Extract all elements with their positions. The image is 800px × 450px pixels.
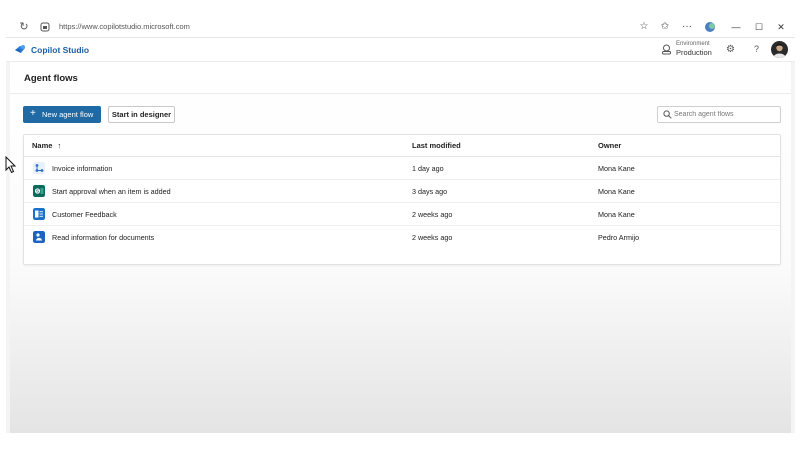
column-name-label: Name <box>32 141 53 150</box>
column-header-last-modified[interactable]: Last modified <box>412 141 461 151</box>
flow-name[interactable]: Start approval when an item is added <box>52 187 171 197</box>
flow-name[interactable]: Customer Feedback <box>52 210 117 220</box>
new-agent-flow-label: New agent flow <box>42 110 94 119</box>
favorite-add-icon[interactable]: ☆ <box>637 20 651 34</box>
search-icon <box>663 110 672 119</box>
sort-ascending-icon: ↑ <box>57 141 62 150</box>
search-input[interactable] <box>674 108 778 121</box>
table-row[interactable]: S Start approval when an item is added 3… <box>24 180 780 203</box>
table-row[interactable]: Customer Feedback 2 weeks ago Mona Kane <box>24 203 780 226</box>
forms-icon <box>33 208 45 220</box>
mouse-cursor-icon <box>5 156 17 174</box>
title-divider <box>10 93 791 94</box>
copilot-browser-icon[interactable] <box>703 20 717 34</box>
svg-text:S: S <box>36 189 39 194</box>
column-header-owner[interactable]: Owner <box>598 141 621 151</box>
last-modified: 2 weeks ago <box>412 233 453 242</box>
environment-value[interactable]: Production <box>676 48 712 58</box>
help-icon[interactable]: ? <box>750 43 763 56</box>
app-header: Copilot Studio Environment Production ⚙ … <box>6 38 795 62</box>
page-title: Agent flows <box>24 73 78 84</box>
new-agent-flow-button[interactable]: + New agent flow <box>23 106 101 123</box>
sharepoint-icon: S <box>33 185 45 197</box>
last-modified: 3 days ago <box>412 187 448 196</box>
owner: Pedro Armijo <box>598 233 640 242</box>
main-content: Agent flows + New agent flow Start in de… <box>10 62 791 433</box>
flow-icon <box>33 162 45 174</box>
table-row[interactable]: Invoice information 1 day ago Mona Kane <box>24 157 780 180</box>
user-avatar[interactable] <box>771 41 788 58</box>
document-icon <box>33 231 45 243</box>
settings-gear-icon[interactable]: ⚙ <box>724 43 737 56</box>
plus-icon: + <box>30 108 36 119</box>
environment-label: Environment <box>676 41 710 47</box>
owner: Mona Kane <box>598 210 635 219</box>
favorites-icon[interactable]: ✩ <box>658 20 672 34</box>
minimize-icon[interactable]: — <box>729 20 743 34</box>
reload-icon[interactable]: ↻ <box>18 21 30 33</box>
address-bar[interactable]: https://www.copilotstudio.microsoft.com <box>59 21 190 33</box>
start-in-designer-button[interactable]: Start in designer <box>108 106 175 123</box>
table-header: Name ↑ Last modified Owner <box>24 135 780 157</box>
table-row[interactable]: Read information for documents 2 weeks a… <box>24 226 780 249</box>
maximize-icon[interactable]: ☐ <box>752 20 766 34</box>
environment-icon[interactable] <box>661 44 672 55</box>
browser-window: ↻ https://www.copilotstudio.microsoft.co… <box>6 17 795 433</box>
site-info-icon[interactable] <box>40 22 50 32</box>
agent-flows-table: Name ↑ Last modified Owner Invoice infor… <box>23 134 781 265</box>
person-icon <box>773 44 786 58</box>
browser-toolbar: ↻ https://www.copilotstudio.microsoft.co… <box>6 17 795 38</box>
last-modified: 1 day ago <box>412 164 444 173</box>
owner: Mona Kane <box>598 164 635 173</box>
close-icon[interactable]: ✕ <box>774 20 788 34</box>
copilot-studio-logo-icon <box>15 45 25 53</box>
owner: Mona Kane <box>598 187 635 196</box>
more-icon[interactable]: ··· <box>680 20 694 34</box>
column-header-name[interactable]: Name ↑ <box>32 141 61 151</box>
search-box[interactable] <box>657 106 781 123</box>
flow-name[interactable]: Read information for documents <box>52 233 154 243</box>
flow-name[interactable]: Invoice information <box>52 164 112 174</box>
last-modified: 2 weeks ago <box>412 210 453 219</box>
app-name[interactable]: Copilot Studio <box>31 44 89 56</box>
screenshot-stage: ↻ https://www.copilotstudio.microsoft.co… <box>0 0 800 450</box>
